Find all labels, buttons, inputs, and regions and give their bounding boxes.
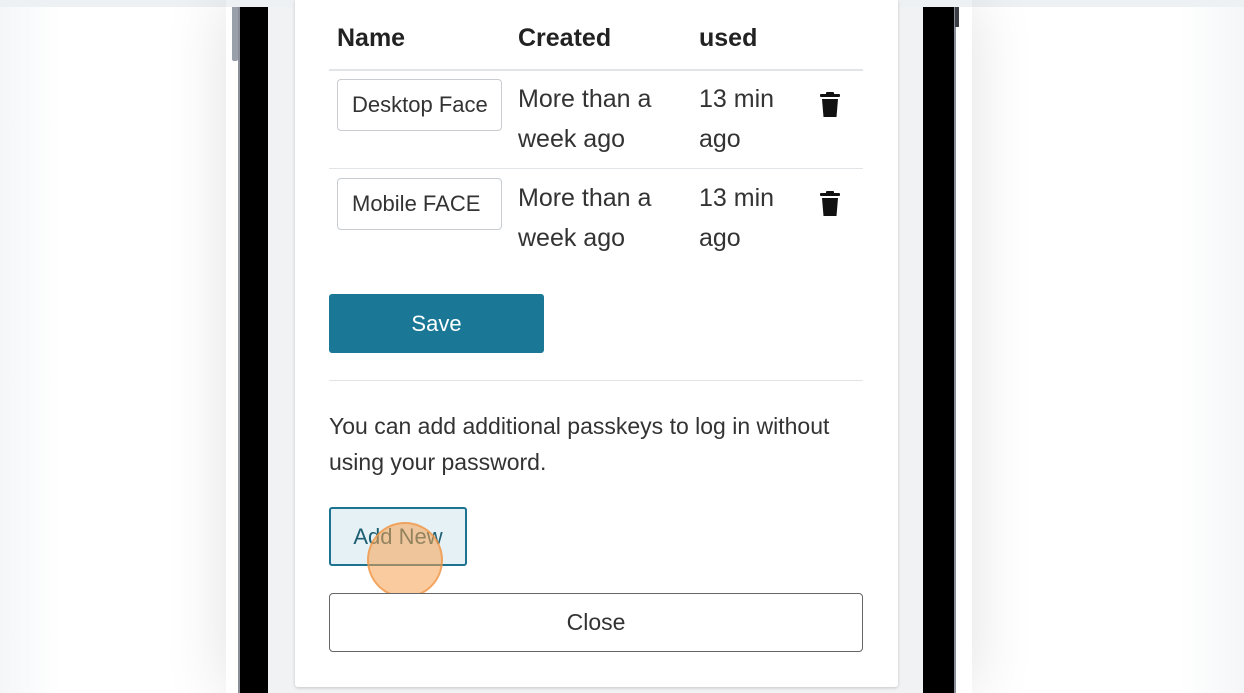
row-divider bbox=[329, 168, 863, 169]
passkey-name-input[interactable] bbox=[337, 79, 502, 131]
close-button[interactable]: Close bbox=[329, 593, 863, 652]
passkey-name-input[interactable] bbox=[337, 178, 502, 230]
header-divider bbox=[329, 69, 863, 71]
trash-icon[interactable] bbox=[819, 92, 841, 118]
passkey-used-cell: 13 min ago bbox=[699, 184, 775, 252]
phone-side-button bbox=[232, 7, 238, 61]
passkey-info-text: You can add additional passkeys to log i… bbox=[329, 413, 830, 475]
section-divider bbox=[329, 380, 863, 381]
column-header-used: used bbox=[699, 24, 758, 52]
passkey-created-cell: More than a week ago bbox=[518, 85, 652, 153]
phone-side-button-right bbox=[955, 7, 959, 27]
column-header-name: Name bbox=[337, 24, 406, 52]
add-new-button[interactable]: Add New bbox=[329, 507, 467, 566]
trash-icon[interactable] bbox=[819, 191, 841, 217]
column-header-created: Created bbox=[518, 24, 612, 52]
passkey-used-cell: 13 min ago bbox=[699, 85, 775, 153]
passkey-created-cell: More than a week ago bbox=[518, 184, 652, 252]
save-button[interactable]: Save bbox=[329, 294, 544, 353]
